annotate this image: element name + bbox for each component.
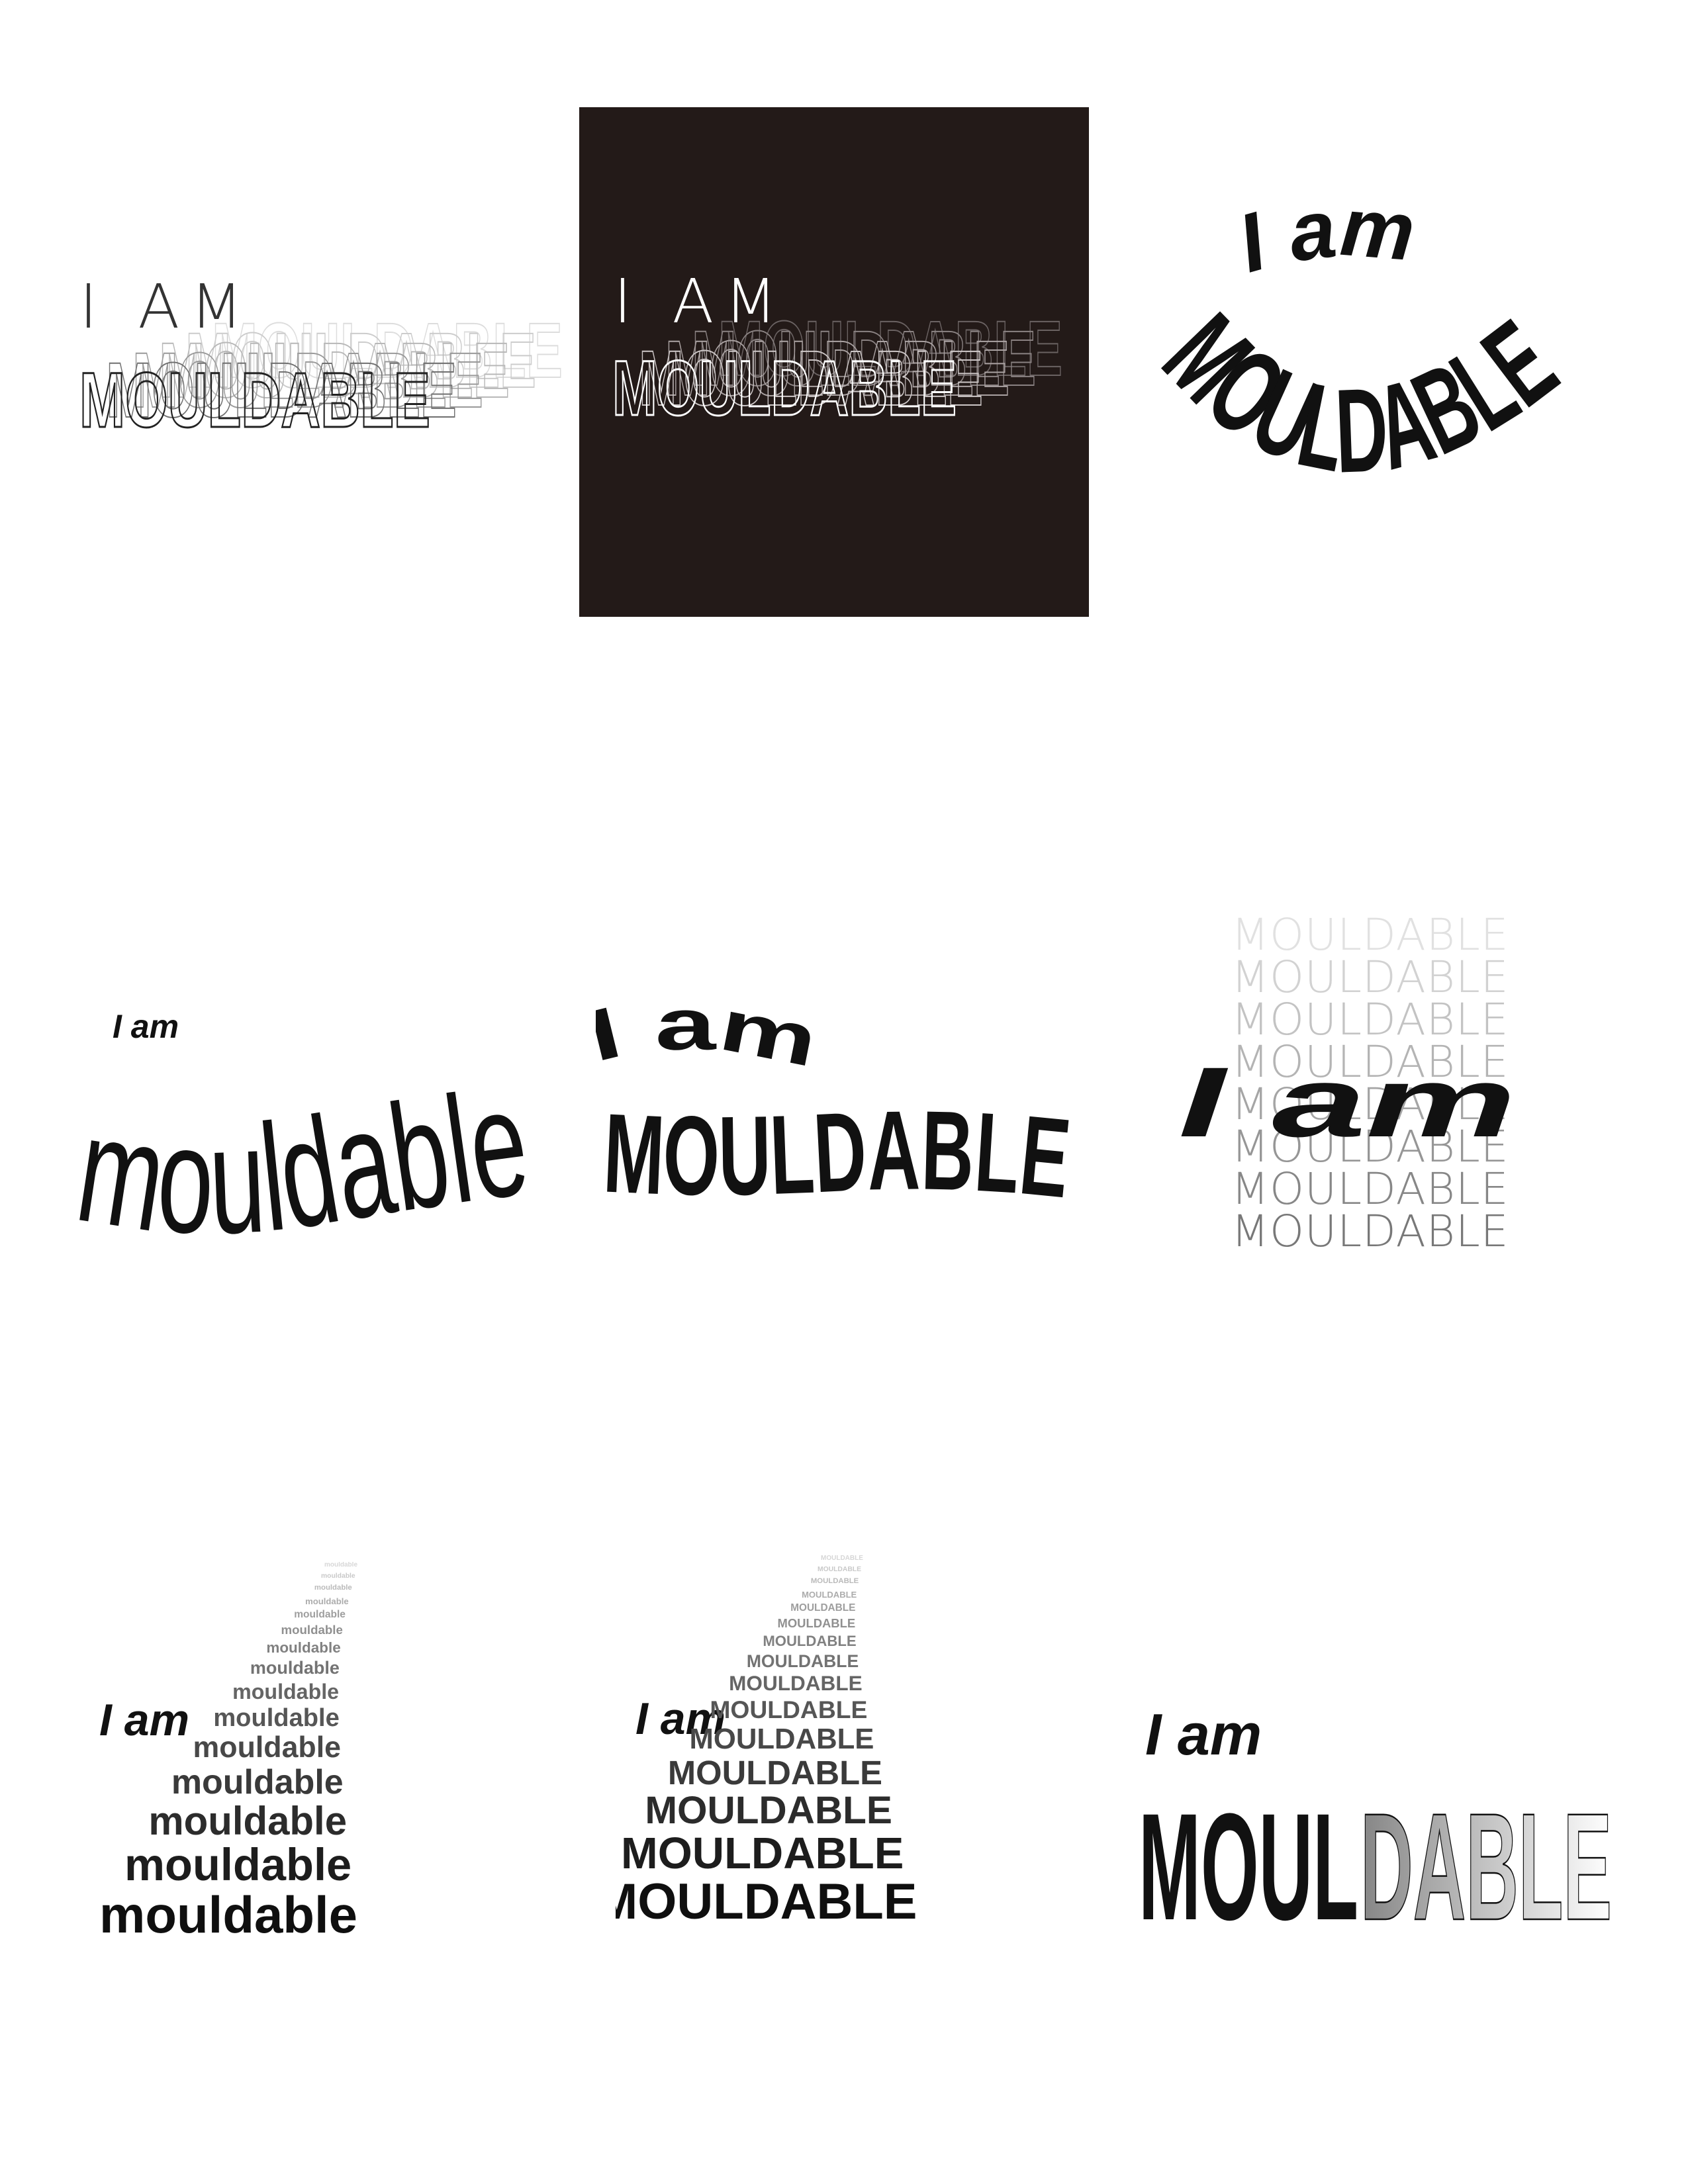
- main-word: MOUL DABLE: [1139, 1782, 1612, 1946]
- main-word: MOULDABLE: [79, 357, 430, 444]
- repeat-line: MOULDABLE: [1231, 994, 1509, 1045]
- cascade-line: MOULDABLE: [616, 1874, 917, 1931]
- cascade-line: MOULDABLE: [621, 1828, 904, 1878]
- word-fade-part: DABLE: [1360, 1782, 1612, 1946]
- repeat-line: MOULDABLE: [1231, 1163, 1509, 1214]
- repeat-line: MOULDABLE: [1231, 913, 1509, 960]
- arc-graphic: I am MOULDABLE: [1139, 205, 1579, 498]
- cascade-line: MOULDABLE: [667, 1753, 882, 1792]
- design-sheet: { "designs": [ { "id":"echo-outline-whit…: [0, 0, 1688, 2184]
- cascade-line: mouldable: [314, 1584, 352, 1592]
- design-arc-bulge: I am MOULDABLE: [1139, 205, 1589, 536]
- design-echo-outline-black: I AM MOULDABLE MOULDABLE MOULDABLE MOULD…: [579, 107, 1089, 617]
- echo-word-graphic: MOULDABLE MOULDABLE MOULDABLE MOULDABLE …: [612, 304, 1064, 433]
- cascade-line: mouldable: [148, 1798, 348, 1843]
- cascade-stack: mouldable mouldable mouldable mouldable moul…: [79, 1562, 583, 2091]
- cascade-line: mouldable: [281, 1623, 343, 1637]
- cascade-line: MOULDABLE: [777, 1616, 856, 1631]
- cascade-line: mouldable: [266, 1639, 341, 1657]
- cascade-line: MOULDABLE: [763, 1632, 857, 1649]
- cascade-line: MOULDABLE: [810, 1577, 859, 1586]
- design-echo-outline-white: I AM MOULDABLE MOULDABLE MOULDABLE MOULD…: [53, 251, 569, 470]
- cascade-line: mouldable: [305, 1596, 349, 1606]
- cascade-line: mouldable: [232, 1679, 340, 1704]
- cascade-line: MOULDABLE: [729, 1671, 863, 1696]
- cascade-line: mouldable: [324, 1562, 358, 1569]
- repeat-line: MOULDABLE: [1231, 952, 1509, 1003]
- cascade-line: MOULDABLE: [802, 1589, 857, 1600]
- gradient-word-graphic: MOUL DABLE: [1139, 1781, 1613, 1946]
- intro-text: I am: [596, 999, 824, 1083]
- cascade-line: mouldable: [124, 1839, 352, 1890]
- design-gradient-fade: I am MOUL DABLE: [1125, 1694, 1628, 1946]
- cascade-line: mouldable: [294, 1609, 346, 1621]
- cascade-line: MOULDABLE: [645, 1789, 892, 1833]
- cascade-line: mouldable: [193, 1731, 341, 1764]
- intro-text: I am: [1178, 1046, 1517, 1158]
- wave-graphic: I am MOULDABLE: [596, 999, 1075, 1222]
- cascade-line: MOULDABLE: [821, 1555, 863, 1562]
- design-condensed-wave: I am mouldable: [66, 993, 556, 1257]
- cascade-line: mouldable: [99, 1885, 358, 1944]
- cascade-line: mouldable: [171, 1763, 344, 1802]
- cascade-line: MOULDABLE: [689, 1723, 874, 1756]
- word-solid-part: MOUL: [1139, 1782, 1357, 1946]
- intro-text: I am: [1229, 205, 1419, 290]
- cascade-line: MOULDABLE: [710, 1695, 868, 1723]
- wave-graphic: mouldable: [68, 1056, 536, 1257]
- main-word: MOULDABLE: [601, 1087, 1075, 1222]
- cascade-line: mouldable: [213, 1704, 340, 1732]
- cascade-line: mouldable: [250, 1658, 340, 1678]
- cascade-line: MOULDABLE: [790, 1602, 856, 1614]
- design-wave-heavy: I am MOULDABLE: [596, 999, 1086, 1224]
- design-cascade-upper: I am MOULDABLE MOULDABLE MOULDABLE MOULDABL…: [616, 1555, 1119, 2091]
- design-cascade-lower: I am mouldable mouldable mouldable mouldabl…: [79, 1562, 583, 2091]
- cascade-line: mouldable: [321, 1572, 355, 1580]
- echo-word-graphic: MOULDABLE MOULDABLE MOULDABLE MOULDABLE …: [79, 306, 564, 445]
- main-word: MOULDABLE: [1139, 291, 1579, 498]
- cascade-line: MOULDABLE: [746, 1651, 859, 1671]
- cascade-line: MOULDABLE: [818, 1566, 861, 1573]
- cascade-stack: MOULDABLE MOULDABLE MOULDABLE MOULDABLE MOUL…: [616, 1555, 1119, 2091]
- main-word: mouldable: [68, 1056, 536, 1257]
- repeat-line: MOULDABLE: [1231, 1206, 1509, 1257]
- design-repeat-overlay: MOULDABLE MOULDABLE MOULDABLE MOULDABLE MOUL…: [1165, 913, 1602, 1271]
- main-word: MOULDABLE: [612, 345, 957, 432]
